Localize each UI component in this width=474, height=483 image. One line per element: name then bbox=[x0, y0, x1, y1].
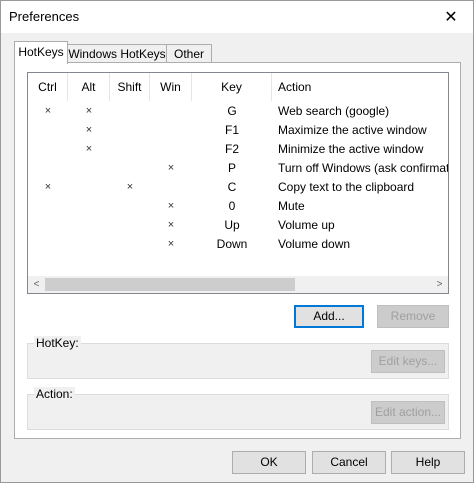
table-row[interactable]: × Down Volume down bbox=[28, 235, 448, 254]
column-header-alt[interactable]: Alt bbox=[68, 73, 110, 101]
cell-action: Copy text to the clipboard bbox=[278, 180, 415, 194]
cell-shift bbox=[110, 102, 150, 121]
cell-win: × bbox=[167, 238, 175, 250]
cell-action: Mute bbox=[278, 199, 305, 213]
table-row[interactable]: × × G Web search (google) bbox=[28, 102, 448, 121]
cell-shift bbox=[110, 159, 150, 178]
column-header-key[interactable]: Key bbox=[192, 73, 272, 101]
cell-win bbox=[150, 121, 192, 140]
cell-shift bbox=[110, 121, 150, 140]
horizontal-scrollbar[interactable]: < > bbox=[28, 276, 448, 293]
add-button[interactable]: Add... bbox=[294, 305, 364, 328]
cell-win bbox=[150, 140, 192, 159]
table-row[interactable]: × F2 Minimize the active window bbox=[28, 140, 448, 159]
scroll-left-icon[interactable]: < bbox=[28, 276, 45, 293]
table-row[interactable]: × F1 Maximize the active window bbox=[28, 121, 448, 140]
cell-ctrl bbox=[28, 216, 68, 235]
cell-alt bbox=[68, 197, 110, 216]
cell-key: 0 bbox=[228, 199, 236, 213]
cell-win: × bbox=[167, 162, 175, 174]
edit-keys-button[interactable]: Edit keys... bbox=[371, 350, 445, 373]
cell-action: Maximize the active window bbox=[278, 123, 427, 137]
table-row[interactable]: × × C Copy text to the clipboard bbox=[28, 178, 448, 197]
cell-shift bbox=[110, 140, 150, 159]
window-title: Preferences bbox=[9, 9, 80, 24]
column-header-win[interactable]: Win bbox=[150, 73, 192, 101]
cell-win: × bbox=[167, 200, 175, 212]
cell-ctrl bbox=[28, 121, 68, 140]
ok-button[interactable]: OK bbox=[232, 451, 306, 474]
cell-shift: × bbox=[126, 181, 134, 193]
cell-win bbox=[150, 178, 192, 197]
cell-win bbox=[150, 102, 192, 121]
cell-key: P bbox=[227, 161, 236, 175]
cell-alt: × bbox=[85, 143, 93, 155]
table-row[interactable]: × P Turn off Windows (ask confirmat bbox=[28, 159, 448, 178]
cell-key: G bbox=[227, 104, 237, 118]
preferences-window: Preferences ✕ HotKeys Windows HotKeys Ot… bbox=[0, 0, 474, 483]
cell-alt: × bbox=[85, 105, 93, 117]
cell-alt bbox=[68, 235, 110, 254]
cell-shift bbox=[110, 235, 150, 254]
cell-action: Turn off Windows (ask confirmat bbox=[278, 161, 448, 175]
title-bar: Preferences ✕ bbox=[1, 1, 473, 33]
hotkey-group-label: HotKey: bbox=[34, 336, 81, 350]
cell-action: Volume down bbox=[278, 237, 351, 251]
hotkeys-tab-panel: Ctrl Alt Shift Win Key Action × × G Web sea… bbox=[14, 62, 461, 439]
action-group: Action: Edit action... bbox=[27, 387, 449, 430]
table-row[interactable]: × Up Volume up bbox=[28, 216, 448, 235]
cell-alt: × bbox=[85, 124, 93, 136]
tab-windows-hotkeys[interactable]: Windows HotKeys bbox=[66, 44, 168, 63]
cancel-button[interactable]: Cancel bbox=[312, 451, 386, 474]
remove-button[interactable]: Remove bbox=[377, 305, 449, 328]
cell-alt bbox=[68, 159, 110, 178]
cell-action: Minimize the active window bbox=[278, 142, 424, 156]
cell-shift bbox=[110, 197, 150, 216]
cell-alt bbox=[68, 178, 110, 197]
cell-key: F1 bbox=[224, 123, 239, 137]
help-button[interactable]: Help bbox=[391, 451, 465, 474]
cell-alt bbox=[68, 216, 110, 235]
hotkeys-list[interactable]: Ctrl Alt Shift Win Key Action × × G Web sea… bbox=[27, 72, 449, 294]
cell-shift bbox=[110, 216, 150, 235]
table-row[interactable]: × 0 Mute bbox=[28, 197, 448, 216]
cell-ctrl: × bbox=[44, 105, 52, 117]
scrollbar-thumb[interactable] bbox=[45, 278, 295, 291]
cell-ctrl bbox=[28, 197, 68, 216]
cell-ctrl: × bbox=[44, 181, 52, 193]
cell-key: Down bbox=[216, 237, 248, 251]
cell-win: × bbox=[167, 219, 175, 231]
column-header-ctrl[interactable]: Ctrl bbox=[28, 73, 68, 101]
tab-hotkeys[interactable]: HotKeys bbox=[14, 41, 68, 64]
close-icon[interactable]: ✕ bbox=[429, 1, 473, 33]
cell-key: F2 bbox=[224, 142, 239, 156]
cell-ctrl bbox=[28, 140, 68, 159]
hotkey-group: HotKey: Edit keys... bbox=[27, 336, 449, 379]
column-header-action[interactable]: Action bbox=[272, 73, 448, 101]
edit-action-button[interactable]: Edit action... bbox=[371, 401, 445, 424]
action-group-label: Action: bbox=[34, 387, 75, 401]
cell-action: Web search (google) bbox=[278, 104, 390, 118]
scroll-right-icon[interactable]: > bbox=[431, 276, 448, 293]
cell-key: C bbox=[227, 180, 237, 194]
cell-action: Volume up bbox=[278, 218, 335, 232]
column-header-shift[interactable]: Shift bbox=[110, 73, 150, 101]
list-header: Ctrl Alt Shift Win Key Action bbox=[28, 73, 448, 101]
cell-ctrl bbox=[28, 235, 68, 254]
cell-key: Up bbox=[224, 218, 240, 232]
cell-ctrl bbox=[28, 159, 68, 178]
tab-other[interactable]: Other bbox=[166, 44, 212, 63]
